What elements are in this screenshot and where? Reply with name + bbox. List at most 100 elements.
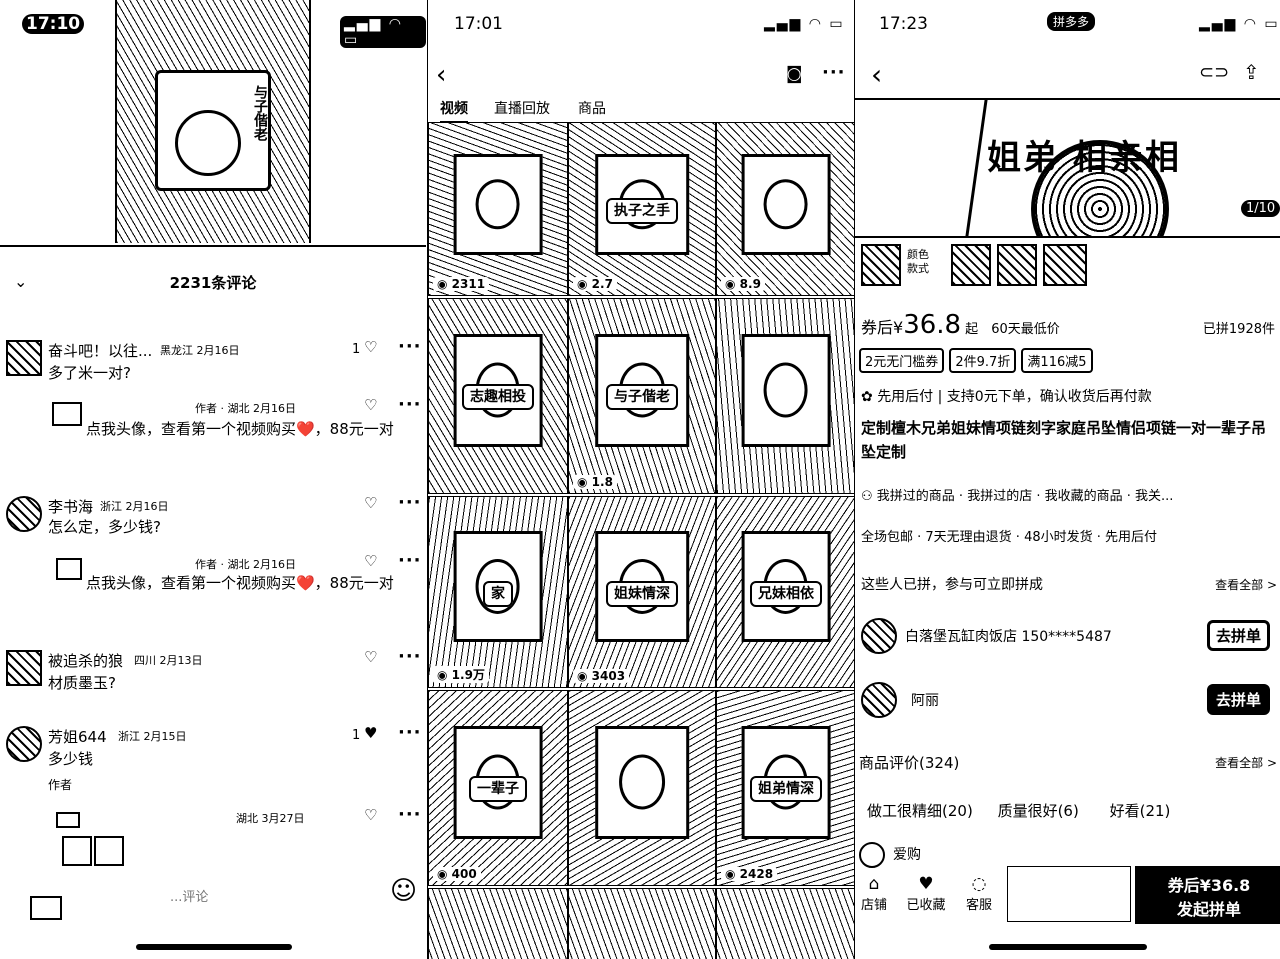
avatar[interactable]: [56, 558, 82, 580]
sku-thumb[interactable]: [1043, 244, 1087, 286]
pendant-image: [741, 333, 831, 447]
more-icon[interactable]: ···: [398, 646, 422, 667]
heart-icon[interactable]: ♡: [364, 338, 377, 356]
pay-later-row[interactable]: ✿ 先用后付 | 支持0元下单，确认收货后再付款: [861, 386, 1275, 406]
comment-meta: 黑龙江 2月16日: [160, 344, 240, 357]
more-icon[interactable]: ···: [822, 62, 846, 83]
history-row[interactable]: ⚇ 我拼过的商品 · 我拼过的店 · 我收藏的商品 · 我关...: [861, 485, 1275, 504]
sku-selector[interactable]: 颜色 款式: [861, 244, 1101, 286]
thumbnail-caption: 与子偕老: [569, 384, 715, 411]
video-grid: ◉ 2311 执子之手 ◉ 2.7 ◉ 8.9 志趣相投 与子偕老 ◉ 1.8 家 ◉ 1.9万…: [428, 122, 854, 959]
avatar[interactable]: [6, 726, 42, 762]
view-count-text: 1.9万: [451, 668, 485, 682]
status-time: 17:01: [454, 14, 503, 34]
video-thumbnail[interactable]: [716, 298, 854, 494]
video-thumbnail[interactable]: [428, 888, 568, 959]
video-thumbnail[interactable]: 兄妹相依: [716, 496, 854, 688]
sku-thumb[interactable]: [861, 244, 901, 286]
sku-thumb[interactable]: [951, 244, 991, 286]
video-thumbnail[interactable]: 家 ◉ 1.9万: [428, 496, 568, 688]
avatar: [861, 618, 897, 654]
back-icon[interactable]: ‹: [436, 60, 446, 90]
join-group-button[interactable]: 去拼单: [1207, 684, 1271, 715]
reply-image[interactable]: [62, 836, 92, 866]
coupon-tag[interactable]: 2元无门槛券: [859, 348, 945, 373]
share-link-icon[interactable]: ⊂⊃: [1199, 62, 1229, 83]
sku-thumb[interactable]: [997, 244, 1037, 286]
heart-filled-icon[interactable]: ♥: [364, 724, 377, 742]
review-tags: 做工很精细(20) 质量很好(6) 好看(21): [867, 800, 1277, 821]
more-icon[interactable]: ···: [398, 492, 422, 513]
view-all-reviews-link[interactable]: 查看全部 >: [1215, 754, 1277, 771]
review-tag[interactable]: 做工很精细(20): [867, 802, 973, 820]
review-tag[interactable]: 质量很好(6): [998, 802, 1079, 820]
view-all-link[interactable]: 查看全部 >: [1215, 576, 1277, 593]
tab-live-replay[interactable]: 直播回放: [494, 98, 550, 118]
coupon-tag[interactable]: 2件9.7折: [949, 348, 1017, 373]
comment-author[interactable]: 被追杀的狼: [48, 650, 123, 671]
comment-author[interactable]: 李书海: [48, 496, 93, 517]
coupon-row: 2元无门槛券 2件9.7折 满116减5: [859, 348, 1275, 373]
video-thumbnail[interactable]: 一辈子 ◉ 400: [428, 690, 568, 886]
camera-icon[interactable]: ◙: [786, 64, 803, 84]
tab-videos[interactable]: 视频: [440, 98, 468, 124]
reply-image[interactable]: [94, 836, 124, 866]
video-thumbnail[interactable]: 姐妹情深 ◉ 3403: [568, 496, 716, 688]
back-icon[interactable]: ‹: [871, 58, 882, 91]
avatar[interactable]: [52, 402, 82, 426]
comment-author[interactable]: 芳姐644: [48, 726, 107, 747]
avatar[interactable]: [6, 340, 42, 376]
share-icon[interactable]: ⇪: [1243, 60, 1260, 84]
group-buy-button[interactable]: 券后¥36.8 发起拼单: [1135, 866, 1280, 924]
heart-icon[interactable]: ♡: [364, 396, 377, 414]
heart-icon[interactable]: ♡: [364, 806, 377, 824]
pay-later-text: 先用后付 | 支持0元下单，确认收货后再付款: [877, 389, 1152, 405]
video-thumbnail[interactable]: [716, 888, 854, 959]
comment-text: 多了米一对?: [48, 364, 131, 382]
reviews-title[interactable]: 商品评价(324): [859, 752, 959, 773]
video-thumbnail[interactable]: [568, 888, 716, 959]
join-group-button[interactable]: 去拼单: [1207, 620, 1271, 651]
comment-input[interactable]: ...评论: [30, 880, 380, 920]
author-reply-tag: 作者: [48, 778, 73, 792]
nav-favorite[interactable]: ♥ 已收藏: [903, 874, 949, 913]
heart-filled-icon: ♥: [918, 874, 934, 894]
heart-icon[interactable]: ♡: [364, 648, 377, 666]
video-thumbnail[interactable]: [568, 690, 716, 886]
price-value: 36.8: [903, 310, 962, 340]
view-count-text: 2.7: [591, 277, 613, 291]
coupon-tag[interactable]: 满116减5: [1021, 348, 1093, 373]
video-thumbnail[interactable]: ◉ 8.9: [716, 122, 854, 296]
more-icon[interactable]: ···: [398, 550, 422, 571]
more-icon[interactable]: ···: [398, 394, 422, 415]
nav-store[interactable]: ⌂ 店铺: [857, 874, 891, 913]
single-buy-button[interactable]: [1007, 866, 1131, 922]
gear-icon: ✿: [861, 389, 873, 405]
avatar[interactable]: [6, 496, 42, 532]
more-icon[interactable]: ···: [398, 722, 422, 743]
more-icon[interactable]: ···: [398, 336, 422, 357]
video-thumbnail[interactable]: 姐弟情深 ◉ 2428: [716, 690, 854, 886]
video-thumbnail[interactable]: 执子之手 ◉ 2.7: [568, 122, 716, 296]
nav-service[interactable]: ◌ 客服: [961, 874, 997, 913]
heart-icon[interactable]: ♡: [364, 494, 377, 512]
image-icon[interactable]: [30, 896, 62, 920]
avatar[interactable]: [56, 812, 80, 828]
service-row[interactable]: 全场包邮 · 7天无理由退货 · 48小时发货 · 先用后付: [861, 526, 1275, 545]
emoji-icon[interactable]: ☺: [390, 876, 417, 906]
video-thumbnail[interactable]: 与子偕老 ◉ 1.8: [568, 298, 716, 494]
thumbnail-caption: 姐弟情深: [717, 776, 854, 803]
eye-icon: ◉: [577, 669, 592, 683]
review-tag[interactable]: 好看(21): [1110, 802, 1171, 820]
tab-products[interactable]: 商品: [578, 98, 606, 118]
more-icon[interactable]: ···: [398, 804, 422, 825]
comment-author[interactable]: 奋斗吧！以往...: [48, 340, 152, 361]
avatar: [859, 842, 885, 868]
product-image-carousel[interactable]: 姐弟 相亲相 1/10: [855, 98, 1280, 238]
heart-icon[interactable]: ♡: [364, 552, 377, 570]
video-thumbnail[interactable]: ◉ 2311: [428, 122, 568, 296]
comment-text: 怎么定，多少钱?: [48, 518, 161, 536]
video-thumbnail[interactable]: 志趣相投: [428, 298, 568, 494]
avatar[interactable]: [6, 650, 42, 686]
view-count: ◉ 2311: [433, 277, 490, 291]
